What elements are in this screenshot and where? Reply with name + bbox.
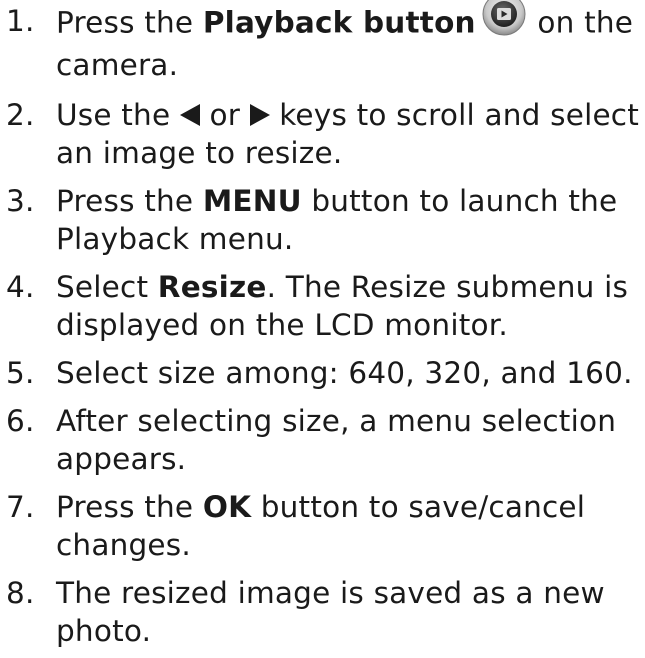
step-text: Press the OK button to save/cancel chang… <box>56 488 640 564</box>
left-arrow-key-icon <box>179 103 200 126</box>
step-1: 1. Press the Playback button on the came… <box>0 0 640 84</box>
step-number: 8. <box>6 576 35 610</box>
step-text: Press the Playback button on the camera. <box>56 0 640 84</box>
step-text-pre: Press the <box>56 184 203 218</box>
playback-button-icon <box>482 0 526 36</box>
step-text: Select Resize. The Resize submenu is dis… <box>56 268 640 344</box>
step-7: 7. Press the OK button to save/cancel ch… <box>0 488 640 564</box>
step-8: 8. The resized image is saved as a new p… <box>0 574 640 650</box>
step-text-pre: Use the <box>56 98 180 132</box>
step-number: 2. <box>6 98 35 132</box>
step-5: 5. Select size among: 640, 320, and 160. <box>0 354 640 392</box>
step-text: The resized image is saved as a new phot… <box>56 576 605 648</box>
step-bold-term: MENU <box>202 184 302 218</box>
step-text: Use the or keys to scroll and select an … <box>56 96 640 172</box>
step-bold-term: Playback button <box>202 5 476 40</box>
step-number: 5. <box>6 356 35 390</box>
step-text-pre: Press the <box>56 490 203 524</box>
step-bold-term: Resize <box>157 270 267 304</box>
step-number: 3. <box>6 184 35 218</box>
instruction-document: 1. Press the Playback button on the came… <box>0 0 645 658</box>
step-text-pre: Press the <box>56 5 203 40</box>
step-6: 6. After selecting size, a menu selectio… <box>0 402 640 478</box>
step-text: After selecting size, a menu selection a… <box>56 404 617 476</box>
step-number: 6. <box>6 404 35 438</box>
step-4: 4. Select Resize. The Resize submenu is … <box>0 268 640 344</box>
step-text-mid: or <box>199 98 250 132</box>
step-2: 2. Use the or keys to scroll and select … <box>0 96 640 172</box>
step-text: Press the MENU button to launch the Play… <box>56 182 640 258</box>
step-text-pre: Select <box>56 270 158 304</box>
step-3: 3. Press the MENU button to launch the P… <box>0 182 640 258</box>
right-arrow-key-icon <box>249 103 270 126</box>
step-text: Select size among: 640, 320, and 160. <box>56 356 633 390</box>
step-bold-term: OK <box>202 490 252 524</box>
step-number: 7. <box>6 490 35 524</box>
step-number: 4. <box>6 270 35 304</box>
step-number: 1. <box>6 4 35 38</box>
